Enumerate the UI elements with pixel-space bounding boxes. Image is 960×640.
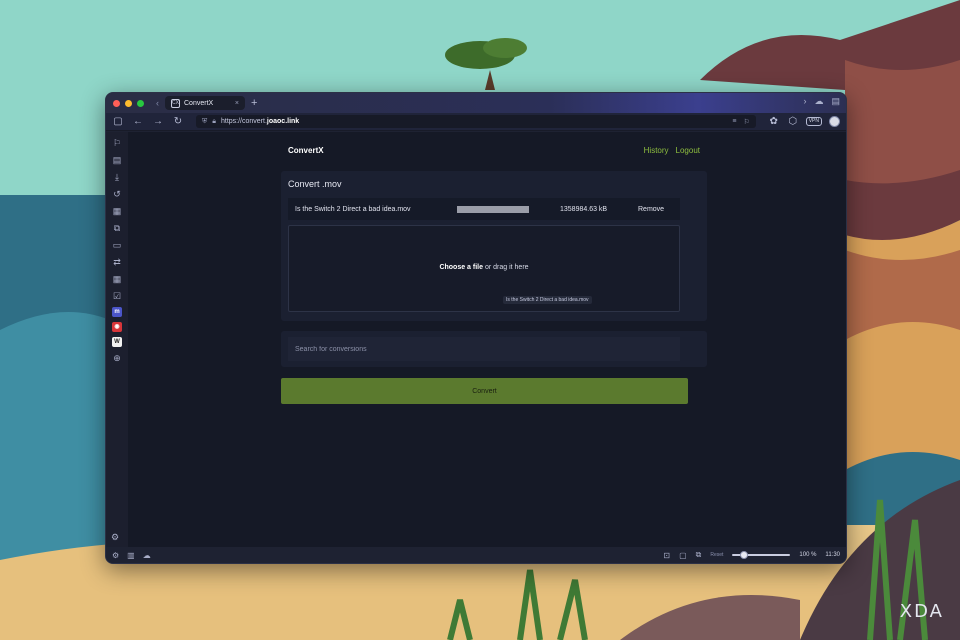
brain-extension-icon[interactable]: ✿ [768,116,780,128]
file-dropzone[interactable]: Choose a file or drag it here Is the Swi… [288,225,680,312]
clock: 11:30 [825,552,840,558]
file-tooltip: Is the Switch 2 Direct a bad idea.mov [503,296,592,304]
lock-icon[interactable]: 🔒︎ [212,118,216,126]
cloud-sync-icon[interactable]: ☁ [143,551,151,560]
vivaldi-social-icon[interactable]: ◉ [112,322,122,332]
dropzone-text: Choose a file or drag it here [289,264,679,271]
browser-window: ‹ CX ConvertX × + › ☁ ▤ ▢ ← → ↻ ⛨ 🔒︎ htt… [105,92,847,564]
tab-favicon-icon: CX [171,98,180,108]
history-link[interactable]: History [644,146,669,155]
puzzle-extension-icon[interactable]: ⬡ [787,116,799,128]
upload-progress-bar [457,205,529,213]
file-row: Is the Switch 2 Direct a bad idea.mov 13… [288,198,680,220]
tab-close-icon[interactable]: × [235,100,239,107]
convert-card: Convert .mov Is the Switch 2 Direct a ba… [281,171,707,321]
profile-avatar[interactable] [829,116,840,127]
minimize-window-button[interactable] [125,99,132,107]
zoom-value: 100 % [799,552,817,558]
browser-toolbar: ▢ ← → ↻ ⛨ 🔒︎ https://convert.joaoc.link … [106,113,846,131]
chevron-right-icon[interactable]: › [803,96,806,107]
titlebar-right: › ☁ ▤ [803,96,840,107]
zoom-slider-knob[interactable] [740,551,748,559]
panel-toggle-icon[interactable]: ⚙ [112,551,119,560]
drag-label: or drag it here [483,264,529,271]
new-tab-icon[interactable]: + [251,97,257,109]
page-content: ConvertX History Logout Convert .mov Is … [128,132,846,547]
sync-icon[interactable]: ⇄ [111,256,123,268]
zoom-reset-button[interactable]: Reset [710,552,723,558]
wallet-icon[interactable]: ▭ [111,239,123,251]
maximize-window-button[interactable] [137,99,144,107]
tab-tiling-icon[interactable]: ▥ [127,551,135,560]
wikipedia-icon[interactable]: W [112,337,122,347]
notes-icon[interactable]: ▦ [111,205,123,217]
reload-icon[interactable]: ↻ [172,116,184,128]
choose-file-label[interactable]: Choose a file [439,264,483,271]
settings-gear-icon[interactable]: ⚙ [111,532,119,543]
url-text: https://convert.joaoc.link [220,118,300,125]
tab-back-icon[interactable]: ‹ [156,98,159,108]
file-name: Is the Switch 2 Direct a bad idea.mov [295,205,411,213]
tile-icon[interactable]: ▢ [679,551,687,560]
tab-convertx[interactable]: CX ConvertX × [165,96,245,110]
app-nav: History Logout [644,146,700,155]
shield-icon[interactable]: ⛨ [202,118,207,126]
history-icon[interactable]: ↺ [111,188,123,200]
statusbar-right: ⊡ ▢ ⧉ Reset 100 % 11:30 [663,550,840,560]
logout-link[interactable]: Logout [676,146,700,155]
browser-statusbar: ⚙ ▥ ☁ ⊡ ▢ ⧉ Reset 100 % 11:30 [106,547,846,563]
address-bar-actions: ≡ ⚐ [732,118,749,126]
tasks-icon[interactable]: ☑ [111,290,123,302]
mastodon-icon[interactable]: m [112,307,122,317]
vpn-badge[interactable]: VPN [805,117,822,126]
xda-watermark: XDA [899,601,944,622]
app-header: ConvertX History Logout [288,146,700,155]
zoom-slider[interactable] [732,551,791,559]
reading-list-icon[interactable]: ▤ [111,154,123,166]
bookmark-icon[interactable]: ⚐ [743,118,749,126]
translate-icon[interactable]: ⧉ [111,222,123,234]
trash-icon[interactable]: ▤ [831,96,840,107]
browser-sidebar: ⚐ ▤ ⤓ ↺ ▦ ⧉ ▭ ⇄ ▦ ☑ m ◉ W ⊕ ⚙ [106,132,128,547]
capture-icon[interactable]: ⊡ [663,551,670,560]
reader-mode-icon[interactable]: ≡ [732,118,736,126]
search-conversions-input[interactable] [288,337,680,361]
forward-arrow-icon[interactable]: → [152,116,164,128]
window-controls [113,99,144,107]
remove-file-button[interactable]: Remove [638,206,664,213]
file-size: 1358984.63 kB [560,205,608,213]
extensions-area: ✿ ⬡ VPN [768,116,840,128]
page-actions-icon[interactable]: ⧉ [696,550,702,560]
convert-button[interactable]: Convert [281,378,688,404]
browser-titlebar: ‹ CX ConvertX × + › ☁ ▤ [106,93,846,113]
tab-title: ConvertX [184,99,214,107]
back-arrow-icon[interactable]: ← [132,116,144,128]
sidebar-toggle-icon[interactable]: ▢ [112,116,124,128]
app-brand[interactable]: ConvertX [288,146,324,155]
address-bar[interactable]: ⛨ 🔒︎ https://convert.joaoc.link ≡ ⚐ [196,115,756,128]
downloads-icon[interactable]: ⤓ [111,171,123,183]
cloud-icon[interactable]: ☁ [814,96,823,107]
calendar-icon[interactable]: ▦ [111,273,123,285]
upload-progress-fill [457,205,529,213]
card-title: Convert .mov [288,179,342,189]
add-panel-icon[interactable]: ⊕ [111,352,123,364]
bookmarks-icon[interactable]: ⚐ [111,137,123,149]
search-card [281,331,707,367]
close-window-button[interactable] [113,99,120,107]
